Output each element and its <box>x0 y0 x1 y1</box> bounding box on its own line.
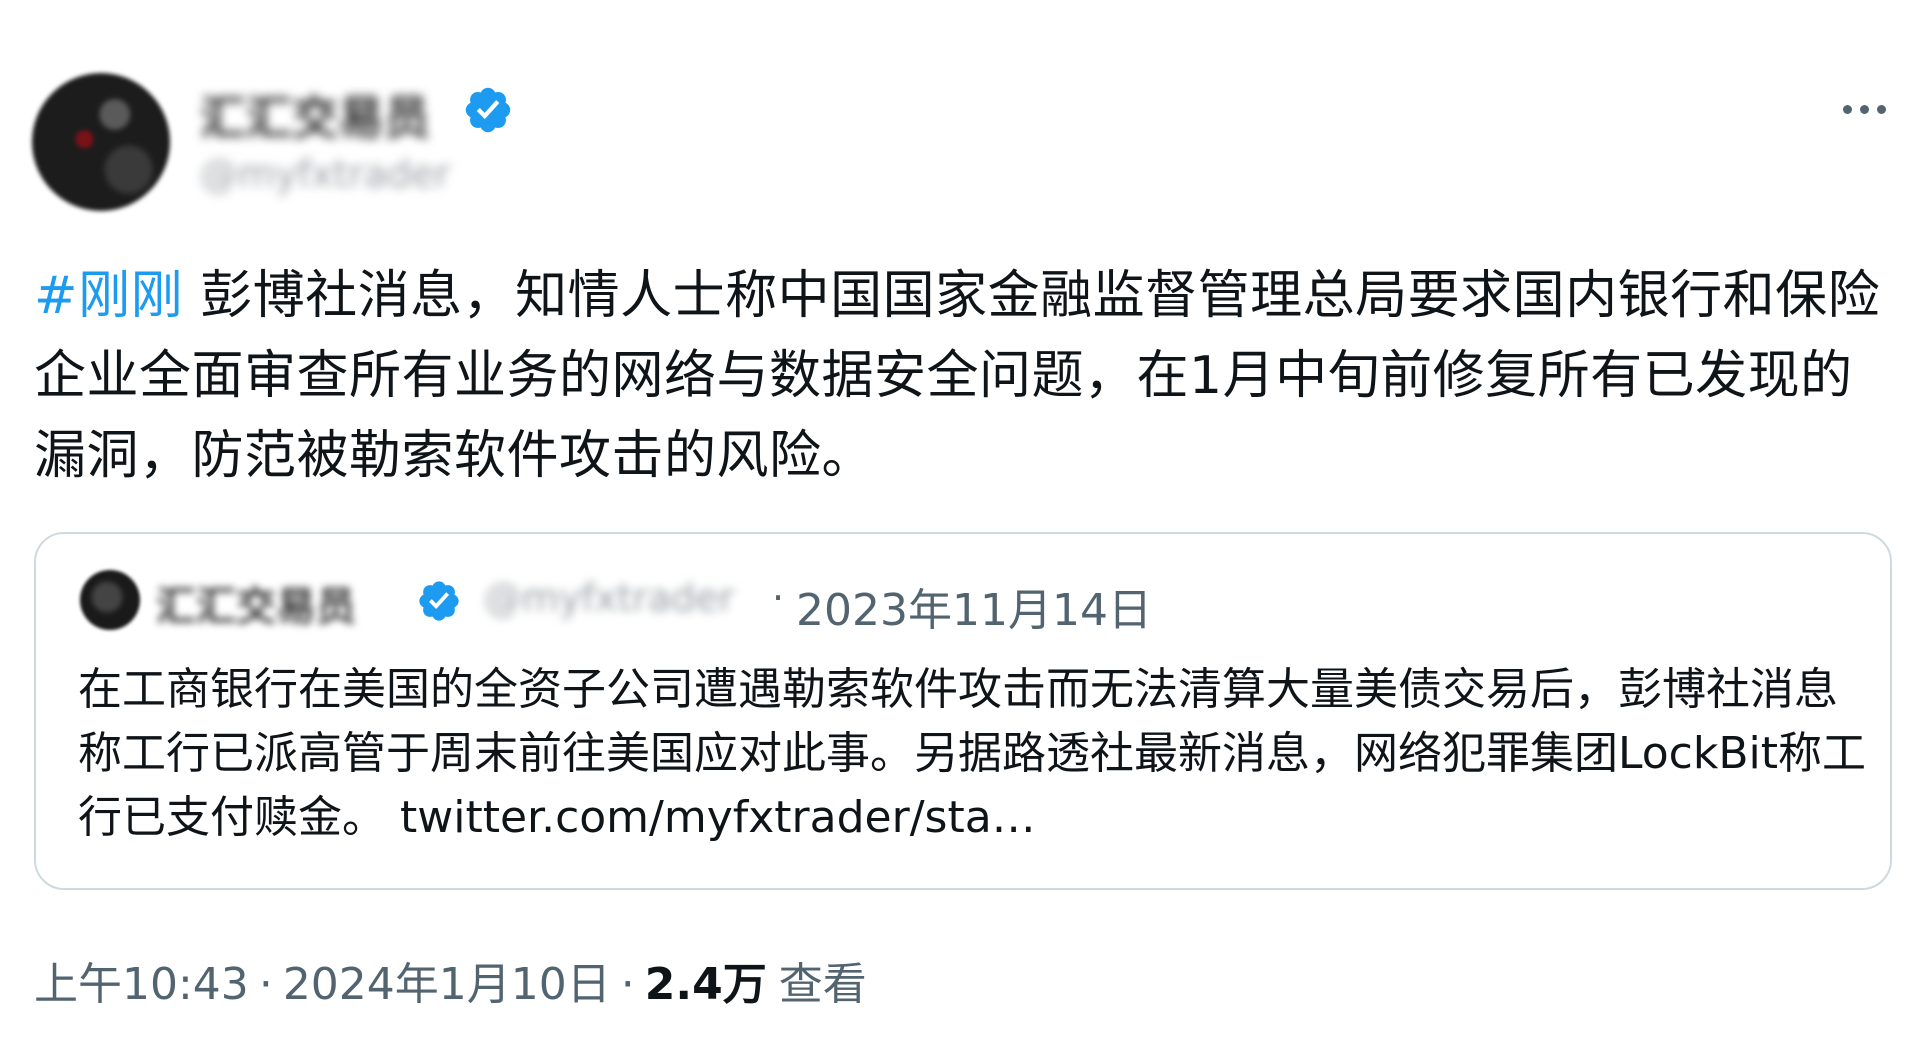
verified-badge-icon <box>419 581 459 621</box>
tweet-meta: 上午10:43 · 2024年1月10日 · 2.4万 查看 <box>34 948 867 1012</box>
more-options-icon[interactable] <box>1836 94 1892 124</box>
tweet: 汇汇交易员 @myfxtrader #刚刚 彭博社消息，知情人士称中国国家金融监… <box>0 0 1920 1058</box>
tweet-date[interactable]: 2024年1月10日 <box>283 948 611 1012</box>
separator-dot: · <box>258 959 273 1010</box>
separator-dot: · <box>772 576 785 620</box>
hashtag-link[interactable]: #刚刚 <box>34 266 183 326</box>
tweet-body: 彭博社消息，知情人士称中国国家金融监督管理总局要求国内银行和保险企业全面审查所有… <box>34 266 1881 486</box>
quoted-author-display-name: 汇汇交易员 <box>156 584 356 630</box>
quoted-author-handle: @myfxtrader <box>484 576 735 620</box>
separator-dot: · <box>620 959 635 1010</box>
views-label: 查看 <box>778 959 867 1010</box>
tweet-time[interactable]: 上午10:43 <box>34 948 249 1012</box>
quoted-tweet-text: 在工商银行在美国的全资子公司遭遇勒索软件攻击而无法清算大量美债交易后，彭博社消息… <box>78 658 1868 850</box>
quoted-author-avatar[interactable] <box>80 570 140 630</box>
quoted-tweet-link[interactable]: twitter.com/myfxtrader/sta… <box>400 792 1036 843</box>
views-count: 2.4万 <box>644 959 767 1010</box>
verified-badge-icon <box>465 87 511 133</box>
tweet-text: #刚刚 彭博社消息，知情人士称中国国家金融监督管理总局要求国内银行和保险企业全面… <box>34 256 1894 496</box>
author-display-name[interactable]: 汇汇交易员 <box>200 82 430 145</box>
author-handle[interactable]: @myfxtrader <box>200 152 450 196</box>
author-avatar[interactable] <box>32 73 170 211</box>
quoted-tweet-date[interactable]: 2023年11月14日 <box>796 574 1152 638</box>
quoted-tweet-card[interactable]: 汇汇交易员 @myfxtrader · 2023年11月14日 在工商银行在美国… <box>34 532 1892 890</box>
